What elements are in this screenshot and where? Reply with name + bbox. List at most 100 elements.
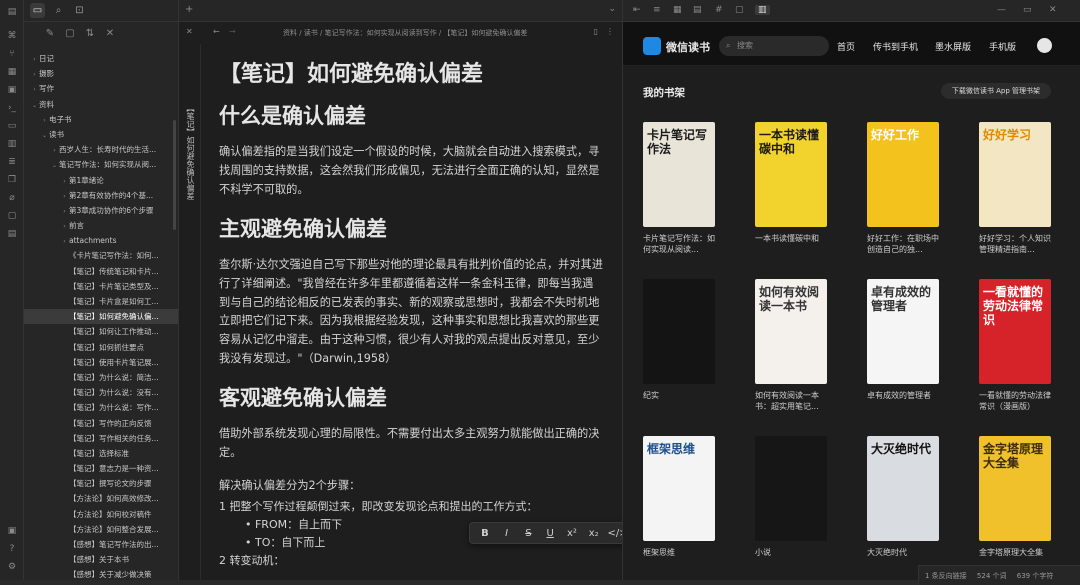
tree-item[interactable]: 【笔记】如何避免确认偏... <box>24 309 178 325</box>
book-cover[interactable]: 金字塔原理大全集 <box>979 436 1051 541</box>
tree-item[interactable]: › 日记 <box>24 51 178 66</box>
chevron-icon[interactable]: › <box>30 67 39 81</box>
book-item[interactable]: 纪实 <box>643 279 715 412</box>
book-title[interactable]: 好好工作：在职场中创造自己的独... <box>867 233 939 255</box>
book-item[interactable]: 卓有成效的管理者 卓有成效的管理者 <box>867 279 939 412</box>
book-cover[interactable]: 大灭绝时代 <box>867 436 939 541</box>
book-item[interactable]: 卡片笔记写作法 卡片笔记写作法：如何实现从阅读... <box>643 122 715 255</box>
clip-icon[interactable]: ⌀ <box>6 192 18 204</box>
tree-item[interactable]: 【笔记】写作的正向反馈 <box>24 416 178 431</box>
maximize-icon[interactable]: ▭ <box>1023 5 1032 15</box>
subscript-button[interactable]: x₂ <box>586 528 602 539</box>
file-icon[interactable]: ▭ <box>6 120 18 132</box>
settings-icon[interactable]: ⚙ <box>6 561 18 573</box>
book-item[interactable]: 大灭绝时代 大灭绝时代 <box>867 436 939 569</box>
book-item[interactable]: 小说 <box>755 436 827 569</box>
book-cover[interactable]: 一本书读懂碳中和 <box>755 122 827 227</box>
new-tab-icon[interactable]: + <box>185 4 193 15</box>
sort-icon[interactable]: ⇅ <box>84 28 96 39</box>
calendar-icon[interactable]: ▤ <box>693 5 702 15</box>
note-content[interactable]: 【笔记】如何避免确认偏差 什么是确认偏差 确认偏差指的是当我们设定一个假设的时候… <box>219 58 604 570</box>
back-icon[interactable]: ← <box>213 27 220 36</box>
book-cover[interactable] <box>755 436 827 541</box>
tree-item[interactable]: 【笔记】写作相关的任务... <box>24 431 178 446</box>
calendar-day-icon[interactable]: ▤ <box>6 228 18 240</box>
tree-item[interactable]: › 前言 <box>24 218 178 233</box>
tree-item[interactable]: 【笔记】为什么说：写作... <box>24 400 178 415</box>
tree-item[interactable]: 【笔记】意志力是一种资... <box>24 461 178 476</box>
book-item[interactable]: 好好工作好好工作：在职场中创造自己的独... <box>867 122 939 255</box>
help-icon[interactable]: ? <box>6 543 18 555</box>
table-icon[interactable]: ▦ <box>673 5 682 15</box>
tree-item[interactable]: 《卡片笔记写作法：如何... <box>24 248 178 263</box>
tree-item[interactable]: 【感想】关于本书 <box>24 552 178 567</box>
book-title[interactable]: 框架思维 <box>643 547 715 569</box>
minimize-icon[interactable]: — <box>997 5 1006 15</box>
tree-item[interactable]: 【方法论】如何校对稿件 <box>24 507 178 522</box>
sidebar-scrollbar[interactable] <box>173 120 176 230</box>
folder-tab-icon[interactable]: ▭ <box>30 3 45 18</box>
tree-item[interactable]: 【笔记】如何抓住要点 <box>24 340 178 355</box>
search-tab-icon[interactable]: ⌕ <box>51 3 66 18</box>
reading-view-icon[interactable]: ▯ <box>594 27 598 36</box>
nav-mobile[interactable]: 手机版 <box>989 40 1016 53</box>
tree-item[interactable]: 【笔记】撰写论文的步骤 <box>24 476 178 491</box>
tree-item[interactable]: 【笔记】传统笔记和卡片... <box>24 264 178 279</box>
list-item[interactable]: 2 转变动机： <box>219 552 604 570</box>
chevron-icon[interactable]: › <box>30 82 39 96</box>
book-cover[interactable]: 好好工作 <box>867 122 939 227</box>
book-item[interactable]: 如何有效阅读一本书 如何有效阅读一本书：超实用笔记... <box>755 279 827 412</box>
vault-icon[interactable]: ▣ <box>6 525 18 537</box>
branch-icon[interactable]: ⑂ <box>6 48 18 60</box>
database-icon[interactable]: ≣ <box>6 156 18 168</box>
chevron-icon[interactable]: › <box>60 204 69 218</box>
close-window-icon[interactable]: ✕ <box>1049 5 1057 15</box>
book-title[interactable]: 好好学习：个人知识管理精进指南... <box>979 233 1051 255</box>
book-cover[interactable]: 好好学习 <box>979 122 1051 227</box>
tree-item[interactable]: 【笔记】卡片笔记类型及... <box>24 279 178 294</box>
chevron-icon[interactable]: › <box>60 174 69 188</box>
book-cover[interactable]: 框架思维 <box>643 436 715 541</box>
tree-item[interactable]: 【笔记】卡片盒是如何工... <box>24 294 178 309</box>
book-title[interactable]: 一本书读懂碳中和 <box>755 233 827 255</box>
backlinks-count[interactable]: 1 条反向链接 <box>925 572 967 580</box>
chevron-icon[interactable]: › <box>60 189 69 203</box>
stacked-tab-title[interactable]: 【笔记】如何避免确认偏差 <box>185 104 196 200</box>
paragraph-definition[interactable]: 确认偏差指的是当我们设定一个假设的时候，大脑就会自动进入搜索模式，寻找周围的支持… <box>219 143 604 200</box>
note-title[interactable]: 【笔记】如何避免确认偏差 <box>219 58 604 91</box>
book-item[interactable]: 一看就懂的劳动法律常识 一看就懂的劳动法律常识（漫画版） <box>979 279 1051 412</box>
tree-item[interactable]: 【笔记】如何让工作推动... <box>24 324 178 339</box>
weread-logo[interactable] <box>643 37 661 55</box>
calendar-icon[interactable]: ▣ <box>6 84 18 96</box>
strikethrough-button[interactable]: S <box>520 528 536 539</box>
tree-item[interactable]: ⌄ 读书 <box>24 127 178 142</box>
book-cover[interactable]: 卓有成效的管理者 <box>867 279 939 384</box>
terminal-icon[interactable]: ›_ <box>6 102 18 114</box>
forward-icon[interactable]: → <box>229 27 236 36</box>
superscript-button[interactable]: x² <box>564 528 580 539</box>
book-item[interactable]: 一本书读懂碳中和 一本书读懂碳中和 <box>755 122 827 255</box>
tree-item[interactable]: › 第2章有效协作的4个基... <box>24 188 178 203</box>
book-title[interactable]: 如何有效阅读一本书：超实用笔记... <box>755 390 827 412</box>
tree-item[interactable]: 【感想】笔记写作法的出... <box>24 537 178 552</box>
template-icon[interactable]: ▥ <box>6 138 18 150</box>
tree-item[interactable]: › 电子书 <box>24 112 178 127</box>
nav-home[interactable]: 首页 <box>837 40 855 53</box>
tree-item[interactable]: ⌄ 笔记写作法：如何实现从阅... <box>24 157 178 172</box>
nav-eink[interactable]: 墨水屏版 <box>935 40 971 53</box>
paragraph-darwin[interactable]: 查尔斯·达尔文强迫自己写下那些对他的理论最具有批判价值的论点，并对其进行了详细阐… <box>219 256 604 369</box>
tree-item[interactable]: › attachments <box>24 233 178 248</box>
new-note-icon[interactable]: ✎ <box>44 28 56 39</box>
paragraph-external-system[interactable]: 借助外部系统发现心理的局限性。不需要付出太多主观努力就能做出正确的决定。 <box>219 425 604 463</box>
book-icon[interactable]: ▥ <box>755 5 770 15</box>
book-title[interactable]: 纪实 <box>643 390 715 412</box>
heading-subjective[interactable]: 主观避免确认偏差 <box>219 214 604 244</box>
chevron-icon[interactable]: › <box>50 143 59 157</box>
nav-send-to-phone[interactable]: 传书到手机 <box>873 40 918 53</box>
book-title[interactable]: 小说 <box>755 547 827 569</box>
chevron-icon[interactable]: ⌄ <box>50 158 59 172</box>
copy-icon[interactable]: ❐ <box>6 174 18 186</box>
sidebar-toggle-icon[interactable]: ▤ <box>6 6 18 18</box>
chevron-icon[interactable]: › <box>30 52 39 66</box>
tree-item[interactable]: › 摄影 <box>24 66 178 81</box>
